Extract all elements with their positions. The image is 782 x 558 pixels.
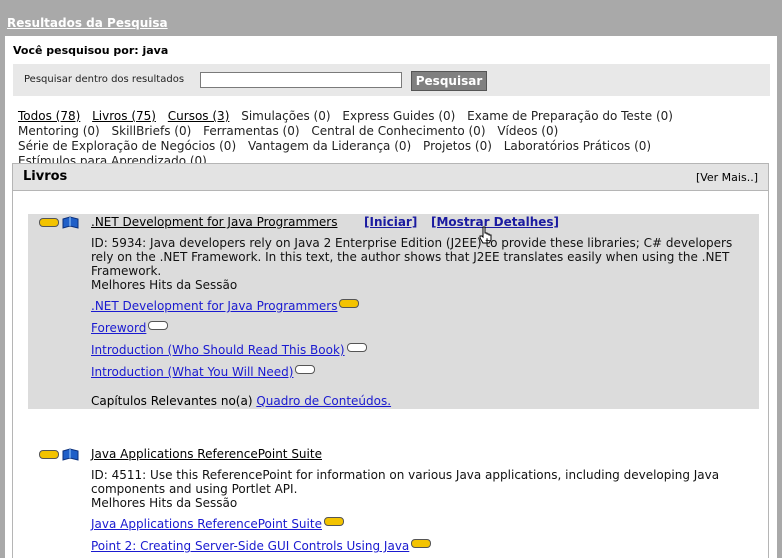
rating-icon xyxy=(323,517,344,526)
category-mentoring: Mentoring (0) xyxy=(18,124,100,138)
section-header: Livros [Ver Mais..] xyxy=(12,163,769,191)
chapters-row: Capítulos Relevantes no(a) Quadro de Con… xyxy=(91,394,391,408)
sub-link-row: Introduction (Who Should Read This Book) xyxy=(91,343,367,357)
sub-link[interactable]: .NET Development for Java Programmers xyxy=(91,299,337,313)
category-express-guides: Express Guides (0) xyxy=(342,109,456,123)
search-within-bar: Pesquisar dentro dos resultados Pesquisa… xyxy=(13,64,770,96)
start-link[interactable]: [Iniciar] xyxy=(364,215,417,229)
rating-icon xyxy=(39,218,59,227)
sub-link[interactable]: Foreword xyxy=(91,321,146,335)
table-of-contents-link[interactable]: Quadro de Conteúdos. xyxy=(256,394,391,408)
category-knowledge-center: Central de Conhecimento (0) xyxy=(311,124,486,138)
sub-link-row: .NET Development for Java Programmers xyxy=(91,299,360,313)
category-labs: Laboratórios Práticos (0) xyxy=(503,139,652,153)
category-videos: Vídeos (0) xyxy=(497,124,559,138)
category-projects: Projetos (0) xyxy=(423,139,492,153)
search-button[interactable]: Pesquisar xyxy=(411,71,487,91)
rating-icon xyxy=(295,365,316,374)
sub-link[interactable]: Introduction (What You Will Need) xyxy=(91,365,293,379)
category-test-prep: Exame de Preparação do Teste (0) xyxy=(467,109,673,123)
sub-link[interactable]: Java Applications ReferencePoint Suite xyxy=(91,517,322,531)
result-description: ID: 4511: Use this ReferencePoint for in… xyxy=(91,468,720,496)
category-books[interactable]: Livros (75) xyxy=(92,109,156,123)
results-panel: Você pesquisou por: java Pesquisar dentr… xyxy=(5,36,777,558)
sub-link-row: Introduction (What You Will Need) xyxy=(91,365,316,379)
show-details-link[interactable]: [Mostrar Detalhes] xyxy=(431,215,559,229)
result-item: Java Applications ReferencePoint Suite I… xyxy=(28,446,759,558)
book-icon xyxy=(62,448,79,461)
book-icon xyxy=(62,216,79,229)
result-hits-label: Melhores Hits da Sessão xyxy=(91,278,238,292)
result-description: ID: 5934: Java developers rely on Java 2… xyxy=(91,236,733,278)
search-within-input[interactable] xyxy=(200,72,402,88)
result-hits-label: Melhores Hits da Sessão xyxy=(91,496,238,510)
category-filter-list: Todos (78) Livros (75) Cursos (3) Simula… xyxy=(18,109,763,169)
category-skillbriefs: SkillBriefs (0) xyxy=(111,124,192,138)
search-within-label: Pesquisar dentro dos resultados xyxy=(24,74,185,85)
category-courses[interactable]: Cursos (3) xyxy=(168,109,230,123)
sub-link[interactable]: Introduction (Who Should Read This Book) xyxy=(91,343,345,357)
category-simulations: Simulações (0) xyxy=(241,109,331,123)
sub-link-row: Point 2: Creating Server-Side GUI Contro… xyxy=(91,539,432,553)
category-leadership: Vantagem da Liderança (0) xyxy=(247,139,412,153)
chapters-prefix: Capítulos Relevantes no(a) xyxy=(91,394,253,408)
rating-icon xyxy=(148,321,169,330)
rating-icon xyxy=(411,539,432,548)
category-business-series: Série de Exploração de Negócios (0) xyxy=(18,139,237,153)
result-title-link[interactable]: Java Applications ReferencePoint Suite xyxy=(91,447,322,461)
page-title-link[interactable]: Resultados da Pesquisa xyxy=(7,16,168,30)
rating-icon xyxy=(346,343,367,352)
search-query-line: Você pesquisou por: java xyxy=(13,44,169,57)
rating-icon xyxy=(39,450,59,459)
result-item: .NET Development for Java Programmers [I… xyxy=(28,214,759,409)
sub-link-row: Foreword xyxy=(91,321,169,335)
section-title: Livros xyxy=(23,169,68,184)
see-more-link[interactable]: [Ver Mais..] xyxy=(696,171,758,184)
sub-link[interactable]: Point 2: Creating Server-Side GUI Contro… xyxy=(91,539,409,553)
category-all[interactable]: Todos (78) xyxy=(18,109,80,123)
rating-icon xyxy=(339,299,360,308)
sub-link-row: Java Applications ReferencePoint Suite xyxy=(91,517,344,531)
window-titlebar: Resultados da Pesquisa xyxy=(0,0,782,36)
category-tools: Ferramentas (0) xyxy=(203,124,300,138)
result-title-link[interactable]: .NET Development for Java Programmers xyxy=(91,215,337,229)
